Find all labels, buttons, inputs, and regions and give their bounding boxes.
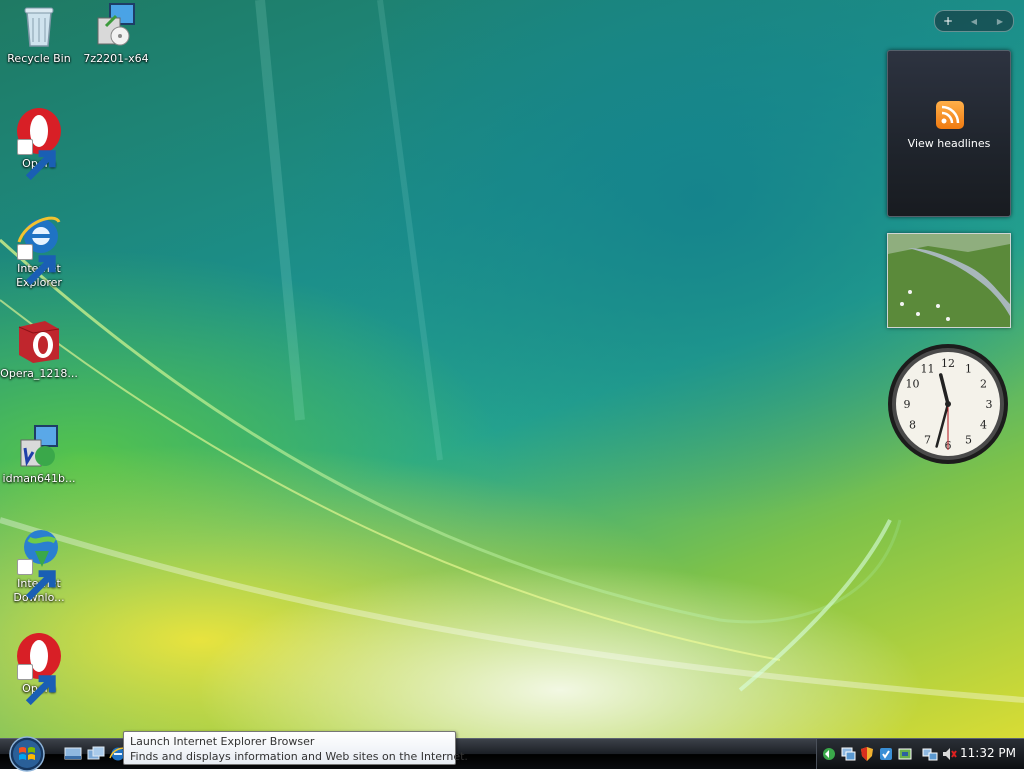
security-shield-icon[interactable] — [859, 746, 875, 762]
desktop-wallpaper — [0, 0, 1024, 703]
slideshow-photo — [888, 234, 1010, 327]
rss-icon — [936, 101, 964, 129]
internet-download-manager-icon — [15, 527, 63, 601]
clock-numeral: 1 — [965, 362, 972, 375]
desktop-icon-opera-2[interactable]: Opera — [0, 632, 78, 706]
desktop-icon-internet-download-manager[interactable]: Internet Downlo... — [0, 527, 78, 605]
show-desktop-icon[interactable] — [64, 746, 82, 762]
device-icon[interactable] — [897, 746, 913, 762]
clock-numeral: 3 — [986, 398, 993, 411]
clock-face: 121234567891011 — [888, 344, 1008, 464]
clock-numeral: 2 — [980, 378, 987, 391]
desktop-icon-label: Opera_1218... — [0, 367, 78, 380]
opera-installer-icon — [15, 317, 63, 365]
desktop-icon-internet-explorer[interactable]: Internet Explorer — [0, 212, 78, 290]
opera-icon — [15, 632, 63, 706]
network-sync-icon[interactable] — [821, 746, 837, 762]
idm-installer-icon — [15, 422, 63, 470]
view-headlines-label[interactable]: View headlines — [888, 137, 1010, 150]
switch-windows-icon[interactable] — [87, 746, 105, 762]
desktop-icon-opera[interactable]: Opera — [0, 107, 78, 181]
antivirus-icon[interactable] — [878, 746, 894, 762]
network-connection-icon[interactable] — [922, 746, 938, 762]
shortcut-arrow-icon — [17, 244, 56, 286]
clock-numeral: 4 — [980, 419, 987, 432]
shortcut-arrow-icon — [17, 664, 56, 706]
notification-area: 11:32 PM — [816, 739, 1024, 769]
taskbar-clock[interactable]: 11:32 PM — [958, 746, 1018, 760]
desktop-icon-7z2201-x64[interactable]: 7z2201-x64 — [77, 2, 155, 66]
tooltip-description: Finds and displays information and Web s… — [130, 750, 468, 763]
next-gadgets-button[interactable]: ▶ — [990, 17, 1010, 26]
shortcut-arrow-icon — [17, 559, 56, 601]
clock-numeral: 8 — [909, 419, 916, 432]
tooltip-title: Launch Internet Explorer Browser — [130, 735, 315, 748]
clock-numeral: 7 — [924, 434, 931, 447]
quick-launch-tooltip: Launch Internet Explorer Browser Finds a… — [123, 731, 468, 765]
internet-explorer-icon — [15, 212, 63, 286]
feed-headlines-gadget[interactable]: View headlines — [887, 50, 1011, 217]
clock-gadget[interactable]: 121234567891011 — [886, 342, 1010, 466]
desktop-icon-label: 7z2201-x64 — [83, 52, 149, 65]
desktop-icon-recycle-bin[interactable]: Recycle Bin — [0, 2, 78, 66]
shortcut-arrow-icon — [17, 139, 56, 181]
clock-numeral: 10 — [905, 378, 919, 391]
desktop-icon-label: idman641b... — [2, 472, 76, 485]
volume-muted-icon[interactable] — [941, 746, 957, 762]
prev-gadgets-button[interactable]: ◀ — [964, 17, 984, 26]
desktop-icon-label: Recycle Bin — [7, 52, 71, 65]
clock-numeral: 11 — [921, 362, 935, 375]
desktop-icon-opera-installer[interactable]: Opera_1218... — [0, 317, 78, 381]
opera-icon — [15, 107, 63, 181]
sidebar-controls: + ◀ ▶ — [934, 10, 1014, 32]
installer-icon — [92, 2, 140, 50]
clock-numeral: 12 — [941, 357, 955, 370]
slideshow-gadget[interactable] — [887, 233, 1011, 328]
start-button[interactable] — [8, 735, 46, 773]
clock-numeral: 5 — [965, 434, 972, 447]
add-gadget-button[interactable]: + — [938, 14, 958, 28]
desktop-icon-idm-installer[interactable]: idman641b... — [0, 422, 78, 486]
recycle-bin-icon — [15, 2, 63, 50]
network-icon[interactable] — [840, 746, 856, 762]
clock-numeral: 9 — [904, 398, 911, 411]
desktop[interactable]: Recycle Bin 7z2201-x64 Opera Internet Ex… — [0, 0, 1024, 738]
